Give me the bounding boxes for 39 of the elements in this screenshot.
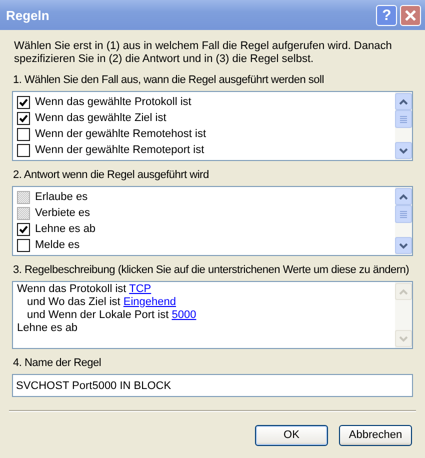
scroll-down-button[interactable]: [395, 142, 412, 159]
description-text: und Wo das Ziel ist: [27, 296, 120, 308]
checkbox[interactable]: [17, 112, 30, 124]
description-text: und Wenn der Lokale Port ist: [27, 309, 169, 321]
rule-name-field[interactable]: SVCHOST Port5000 IN BLOCK: [12, 374, 413, 397]
checkbox-label[interactable]: Wenn das gewählte Ziel ist: [35, 112, 166, 124]
section-label: 1. Wählen Sie den Fall aus, wann die Regel ausgeführt werden soll: [13, 74, 325, 87]
section-label: 4. Name der Regel: [13, 357, 102, 370]
scroll-up-button[interactable]: [395, 93, 412, 110]
dialog-button[interactable]: Abbrechen: [339, 425, 412, 446]
section-label: 3. Regelbeschreibung (klicken Sie auf die unterstrichenen Werte um diese zu ändern): [13, 264, 410, 277]
dialog-button[interactable]: OK: [255, 425, 328, 446]
value-link[interactable]: TCP: [129, 283, 152, 295]
grip-icon: [400, 210, 407, 218]
description-text: Lehne es ab: [17, 322, 78, 334]
scrollbar-thumb[interactable]: [395, 110, 412, 128]
scroll-down-button[interactable]: [395, 237, 412, 254]
checkbox[interactable]: [17, 144, 30, 156]
description-text: Wenn das Protokoll ist: [17, 283, 126, 295]
scrollbar-thumb[interactable]: [395, 205, 412, 223]
window-title: Regeln: [6, 8, 50, 22]
section-label: 2. Antwort wenn die Regel ausgeführt wird: [13, 169, 210, 182]
scroll-up-button[interactable]: [395, 188, 412, 205]
checkbox-label[interactable]: Wenn der gewählte Remoteport ist: [35, 144, 204, 156]
checkbox-label[interactable]: Wenn das gewählte Protokoll ist: [35, 96, 192, 108]
checkbox-label[interactable]: Melde es: [35, 238, 80, 252]
value-link[interactable]: 5000: [172, 309, 196, 321]
checkbox-label[interactable]: Lehne es ab: [35, 222, 96, 236]
grip-icon: [400, 116, 407, 122]
checkbox-label[interactable]: Wenn der gewählte Remotehost ist: [35, 128, 206, 140]
checkbox[interactable]: [17, 238, 30, 252]
value-link[interactable]: Eingehend: [123, 296, 176, 308]
checkbox[interactable]: [17, 128, 30, 140]
checkbox[interactable]: [17, 222, 30, 236]
close-button[interactable]: [400, 4, 421, 26]
close-icon: [404, 8, 417, 22]
checkbox[interactable]: [17, 96, 30, 108]
intro-text: Wählen Sie erst in (1) aus in welchem Fall die Regel aufgerufen wird. Danach spezifizieren Sie in (2) die Antwort und in (3) die Regel selbst.: [13, 40, 393, 66]
check-icon: [19, 224, 28, 234]
